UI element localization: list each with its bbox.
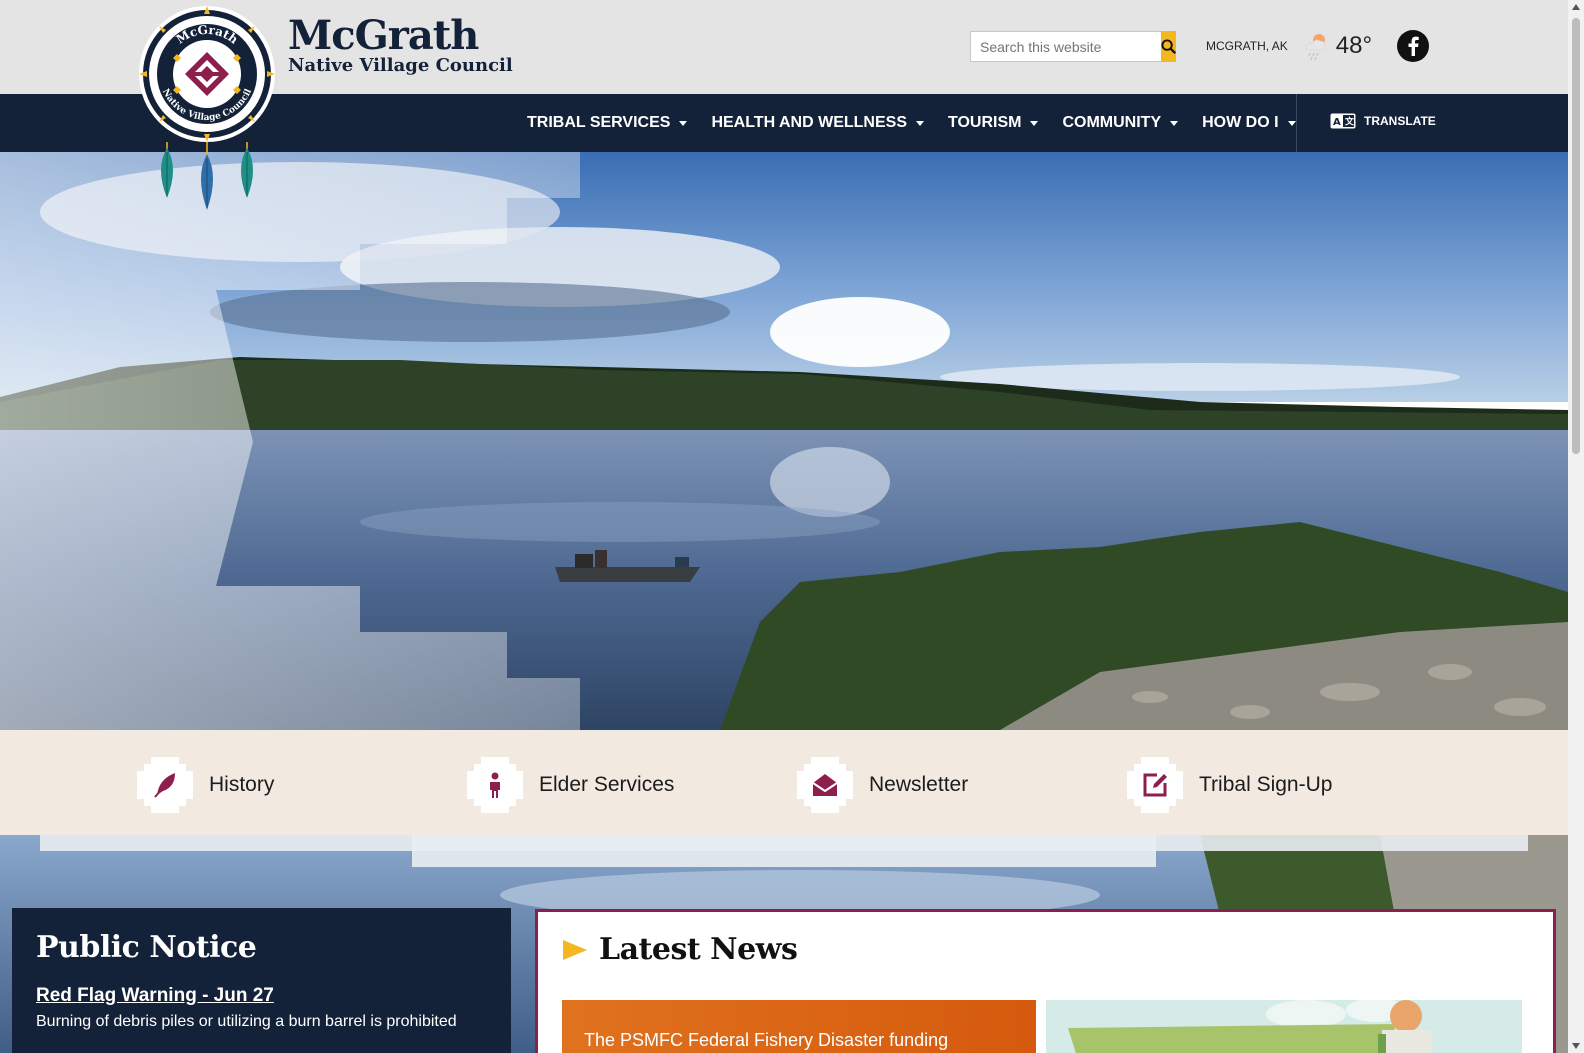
quick-link-tribal-sign-up[interactable]: Tribal Sign-Up <box>1127 757 1332 813</box>
quick-link-history[interactable]: History <box>137 757 274 813</box>
notice-link[interactable]: Red Flag Warning - Jun 27 <box>36 985 487 1007</box>
latest-news-heading: Latest News <box>563 932 798 967</box>
news-card-title: The PSMFC Federal Fishery Disaster fundi… <box>584 1030 949 1050</box>
nav-item-label: COMMUNITY <box>1062 114 1162 131</box>
nav-item-tourism[interactable]: TOURISM <box>947 114 1039 132</box>
weather-widget: MCGRATH, AK 48° <box>1206 30 1372 62</box>
nav-item-health-and-wellness[interactable]: HEALTH AND WELLNESS <box>711 114 924 132</box>
scroll-down-arrow-icon[interactable] <box>1572 1043 1580 1049</box>
quick-link-newsletter[interactable]: Newsletter <box>797 757 968 813</box>
public-notice-panel: Public Notice Red Flag Warning - Jun 27 … <box>12 908 511 1053</box>
weather-temperature: 48° <box>1335 32 1373 59</box>
page-scrollbar[interactable] <box>1568 0 1584 1053</box>
caret-down-icon <box>679 120 688 126</box>
nav-item-tribal-services[interactable]: TRIBAL SERVICES <box>527 114 688 132</box>
nav-item-community[interactable]: COMMUNITY <box>1062 114 1179 132</box>
search-form <box>970 31 1176 62</box>
caret-down-icon <box>1287 120 1296 126</box>
nav-item-how-do-i[interactable]: HOW DO I <box>1202 114 1296 132</box>
translate-button[interactable]: A 文 TRANSLATE <box>1330 113 1436 129</box>
site-title-line1: McGrath <box>288 12 479 59</box>
edit-icon <box>1127 757 1183 813</box>
nav-divider <box>1296 94 1297 152</box>
envelope-open-icon <box>797 757 853 813</box>
caret-down-icon <box>1170 120 1179 126</box>
weather-location: MCGRATH, AK <box>1206 39 1288 53</box>
feather-icon <box>137 757 193 813</box>
nav-item-label: TRIBAL SERVICES <box>527 114 671 131</box>
news-card-illustration <box>1068 1000 1432 1053</box>
search-input[interactable] <box>971 32 1161 61</box>
search-button[interactable] <box>1161 31 1176 62</box>
hero-image <box>0 152 1568 730</box>
person-icon <box>467 757 523 813</box>
rain-cloud-icon <box>1305 34 1326 61</box>
site-logo[interactable]: McGrath Native Village Council <box>137 2 277 212</box>
public-notice-heading: Public Notice <box>36 930 257 965</box>
translate-icon: A 文 <box>1330 113 1356 129</box>
scroll-up-arrow-icon[interactable] <box>1572 4 1580 10</box>
site-title[interactable]: McGrath Native Village Council <box>288 16 513 76</box>
arrow-right-icon <box>563 939 587 960</box>
caret-down-icon <box>1030 120 1039 126</box>
nav-menu: TRIBAL SERVICES HEALTH AND WELLNESS TOUR… <box>527 94 1320 152</box>
facebook-icon <box>1408 36 1419 56</box>
nav-item-label: HEALTH AND WELLNESS <box>711 114 907 131</box>
nav-item-label: TOURISM <box>947 114 1022 131</box>
nav-item-label: HOW DO I <box>1202 114 1279 131</box>
quick-link-label: Tribal Sign-Up <box>1199 773 1333 796</box>
latest-news-heading-text: Latest News <box>599 932 798 967</box>
caret-down-icon <box>915 120 924 126</box>
quick-link-label: History <box>209 773 275 796</box>
svg-text:A: A <box>1333 117 1341 128</box>
quick-links-bar: History Elder Services Newsletter Tribal… <box>0 730 1568 835</box>
scrollbar-thumb[interactable] <box>1572 18 1580 454</box>
quick-link-elder-services[interactable]: Elder Services <box>467 757 674 813</box>
site-title-line2: Native Village Council <box>288 55 513 76</box>
latest-news-panel: Latest News The PSMFC Federal Fishery Di… <box>535 909 1556 1053</box>
notice-body: Burning of debris piles or utilizing a b… <box>36 1013 457 1030</box>
translate-label: TRANSLATE <box>1364 114 1436 128</box>
news-card[interactable]: The PSMFC Federal Fishery Disaster fundi… <box>562 1000 1036 1053</box>
quick-link-label: Elder Services <box>539 773 675 796</box>
svg-text:文: 文 <box>1344 116 1355 128</box>
search-icon <box>1161 39 1176 54</box>
quick-link-label: Newsletter <box>869 773 969 796</box>
facebook-link[interactable] <box>1397 30 1429 62</box>
news-card[interactable] <box>1046 1000 1522 1053</box>
